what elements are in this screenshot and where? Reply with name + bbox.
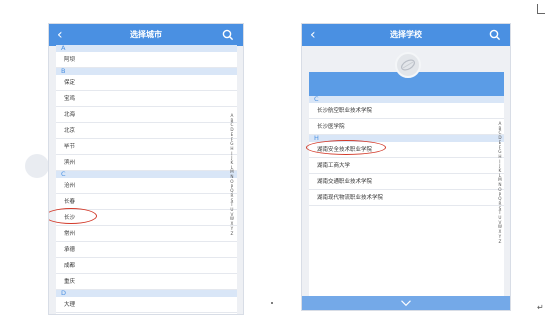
city-page-title: 选择城市	[130, 30, 162, 39]
city-list: A 阿坝 B 保定 宝鸡 北海 北京 毕节 滨州 C 沧州 长春 长沙 常州 承…	[56, 45, 237, 314]
city-list-item[interactable]: 大理	[56, 297, 237, 313]
school-list-item-hunan-gongshang[interactable]: 湖南工商大学	[309, 158, 504, 174]
alphabet-index-right[interactable]: ABCDEFGHIJKLMNOPQRSTUVWXYZ	[498, 121, 502, 245]
city-list-item[interactable]: 承德	[56, 242, 237, 258]
school-list-item[interactable]: 湖南现代物流职业技术学院	[309, 190, 504, 206]
alphabet-index-left[interactable]: ABCDEFGHIJKLMNOPQRSTUVWXYZ	[230, 113, 234, 237]
school-list-item[interactable]: 长沙航空职业技术学院	[309, 103, 504, 119]
paragraph-mark: ↵	[537, 303, 544, 312]
section-header-c: C	[56, 171, 237, 178]
city-list-item[interactable]: 成都	[56, 258, 237, 274]
previous-page-button[interactable]	[25, 154, 49, 178]
city-list-item[interactable]: 阿坝	[56, 52, 237, 68]
city-list-item[interactable]: 重庆	[56, 274, 237, 290]
section-header-a: A	[56, 45, 237, 52]
city-list-item[interactable]: 常州	[56, 226, 237, 242]
section-header-c: C	[309, 96, 504, 103]
school-list: C 长沙航空职业技术学院 长沙医学院 H 湖南安全技术职业学院 湖南工商大学 湖…	[309, 96, 504, 296]
school-list-item[interactable]: 长沙医学院	[309, 119, 504, 135]
search-icon[interactable]	[222, 29, 234, 41]
city-list-item[interactable]: 滨州	[56, 155, 237, 171]
city-list-item[interactable]: 宝鸡	[56, 91, 237, 107]
section-header-b: B	[56, 68, 237, 75]
school-logo-icon	[395, 52, 421, 78]
separator-dot	[271, 302, 273, 304]
annotation-circle-school	[306, 140, 386, 155]
alphabet-index-letter[interactable]: Z	[230, 231, 233, 237]
city-header-bar: ‹ 选择城市	[49, 24, 243, 46]
school-page-title: 选择学校	[390, 30, 422, 39]
city-list-item[interactable]: 沧州	[56, 178, 237, 194]
alphabet-index-letter[interactable]: Z	[498, 239, 501, 245]
search-icon[interactable]	[489, 29, 501, 41]
corner-mark	[537, 4, 545, 14]
school-selector-screen: ‹ 选择学校 C 长沙航空职业技术学院 长沙医学院 H 湖南安全技术职业学院 湖…	[302, 24, 510, 310]
school-header-bar: ‹ 选择学校	[302, 24, 510, 46]
city-list-item[interactable]: 保定	[56, 75, 237, 91]
school-list-item[interactable]: 湖南交通职业技术学院	[309, 174, 504, 190]
city-list-item[interactable]: 北京	[56, 123, 237, 139]
chevron-down-icon[interactable]	[400, 299, 412, 307]
city-list-item[interactable]: 毕节	[56, 139, 237, 155]
city-list-item[interactable]: 长春	[56, 194, 237, 210]
city-list-item[interactable]: 北海	[56, 107, 237, 123]
city-selector-screen: ‹ 选择城市 A 阿坝 B 保定 宝鸡 北海 北京 毕节 滨州 C 沧州 长春 …	[49, 24, 243, 314]
section-header-d: D	[56, 290, 237, 297]
bottom-bar	[302, 296, 510, 310]
